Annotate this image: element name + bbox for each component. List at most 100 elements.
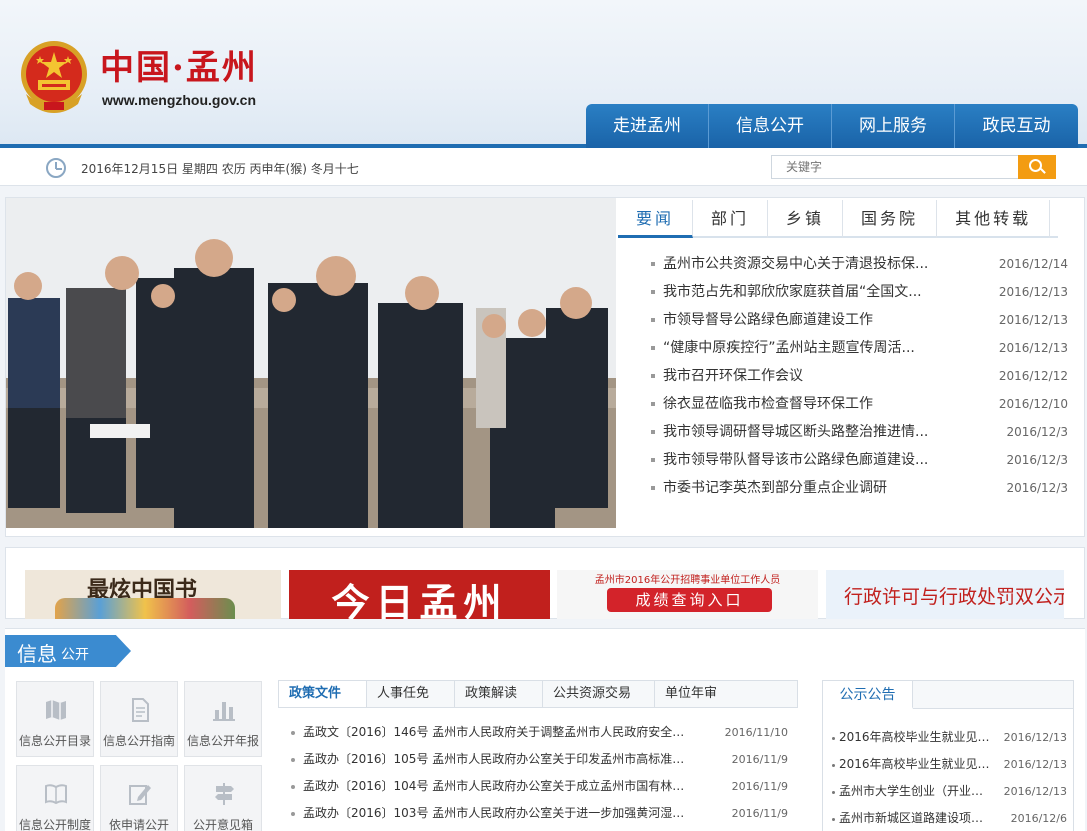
news-title[interactable]: “健康中原疾控行”孟州站主题宣传周活... — [646, 334, 915, 362]
banner-today-mengzhou-text: 今日孟州 — [331, 580, 508, 619]
tile-feedback-box[interactable]: 公开意见箱 — [184, 765, 262, 831]
cartoon-figures-icon — [55, 598, 235, 619]
notice-date: 2016/12/13 — [1003, 758, 1067, 771]
list-item[interactable]: 市委书记李英杰到部分重点企业调研 2016/12/3 — [646, 474, 1068, 502]
tile-label: 信息公开制度 — [18, 818, 91, 831]
search-icon-handle — [1040, 168, 1046, 174]
list-item[interactable]: 孟政办〔2016〕103号 孟州市人民政府办公室关于进一步加强黄河湿… 2016/… — [288, 800, 788, 827]
list-item[interactable]: 我市领导调研督导城区断头路整治推进情... 2016/12/3 — [646, 418, 1068, 446]
policy-title[interactable]: 孟政办〔2016〕105号 孟州市人民政府办公室关于印发孟州市高标准… — [288, 746, 684, 773]
main-nav: 走进孟州 信息公开 网上服务 政民互动 — [586, 104, 1078, 148]
news-title[interactable]: 徐衣显莅临我市检查督导环保工作 — [646, 390, 873, 418]
list-item[interactable]: 孟政文〔2016〕146号 孟州市人民政府关于调整孟州市人民政府安全… 2016/… — [288, 719, 788, 746]
tile-request-disclosure[interactable]: 依申请公开 — [100, 765, 178, 831]
list-item[interactable]: 孟政办〔2016〕104号 孟州市人民政府办公室关于成立孟州市国有林… 2016/… — [288, 773, 788, 800]
news-title[interactable]: 我市范占先和郭欣欣家庭获首届“全国文... — [646, 278, 922, 306]
banner-recruitment-title: 孟州市2016年公开招聘事业单位工作人员 — [594, 575, 781, 586]
policy-title[interactable]: 孟政办〔2016〕104号 孟州市人民政府办公室关于成立孟州市国有林… — [288, 773, 684, 800]
tab-policy-documents[interactable]: 政策文件 — [279, 681, 367, 707]
nav-item-info-disclosure[interactable]: 信息公开 — [709, 104, 832, 148]
tile-label: 信息公开指南 — [102, 734, 175, 748]
news-title[interactable]: 市领导督导公路绿色廊道建设工作 — [646, 306, 873, 334]
banner-today-mengzhou[interactable]: 今日孟州 — [289, 570, 550, 619]
tile-info-guide[interactable]: 信息公开指南 — [100, 681, 178, 757]
notice-title[interactable]: 孟州市大学生创业（开业… — [831, 778, 983, 805]
policy-title[interactable]: 孟政文〔2016〕146号 孟州市人民政府关于调整孟州市人民政府安全… — [288, 719, 684, 746]
news-date: 2016/12/3 — [1006, 425, 1068, 439]
list-item[interactable]: 我市领导带队督导该市公路绿色廊道建设... 2016/12/3 — [646, 446, 1068, 474]
policy-title[interactable]: 孟政办〔2016〕103号 孟州市人民政府办公室关于进一步加强黄河湿… — [288, 800, 684, 827]
list-item[interactable]: 孟州市公共资源交易中心关于清退投标保... 2016/12/14 — [646, 250, 1068, 278]
news-date: 2016/12/13 — [998, 313, 1068, 327]
bar-chart-icon — [213, 702, 235, 721]
tile-info-regulations[interactable]: 信息公开制度 — [16, 765, 94, 831]
notice-box: 公示公告 2016年高校毕业生就业见… 2016/12/13 2016年高校毕业生… — [822, 680, 1074, 831]
tab-policy-interpretation[interactable]: 政策解读 — [455, 681, 543, 707]
banner-recruitment-results[interactable]: 孟州市2016年公开招聘事业单位工作人员 成绩查询入口 — [557, 570, 818, 619]
book-icon — [45, 784, 67, 805]
banner-row: 最炫中国书 今日孟州 孟州市2016年公开招聘事业单位工作人员 成绩查询入口 行… — [5, 547, 1085, 619]
banner-chinese-books[interactable]: 最炫中国书 — [25, 570, 281, 619]
tile-label: 信息公开目录 — [18, 734, 91, 748]
news-title[interactable]: 市委书记李英杰到部分重点企业调研 — [646, 474, 887, 502]
tab-headlines[interactable]: 要闻 — [618, 200, 694, 238]
news-date: 2016/12/3 — [1006, 481, 1068, 495]
search-button[interactable] — [1018, 155, 1056, 179]
tab-townships[interactable]: 乡镇 — [768, 200, 844, 238]
edit-icon — [129, 785, 151, 805]
news-date: 2016/12/13 — [998, 285, 1068, 299]
ribbon-title-main: 信息 — [17, 642, 57, 666]
info-disclosure-ribbon: 信息 公开 — [5, 635, 131, 667]
site-title: 中国·孟州 — [100, 48, 258, 88]
news-tabs: 要闻 部门 乡镇 国务院 其他转载 — [618, 200, 1058, 238]
tab-annual-review[interactable]: 单位年审 — [655, 681, 727, 707]
policy-list: 孟政文〔2016〕146号 孟州市人民政府关于调整孟州市人民政府安全… 2016/… — [288, 719, 788, 827]
tab-state-council[interactable]: 国务院 — [843, 200, 938, 238]
news-title[interactable]: 我市领导调研督导城区断头路整治推进情... — [646, 418, 928, 446]
tab-other-reprints[interactable]: 其他转载 — [937, 200, 1051, 238]
nav-item-about[interactable]: 走进孟州 — [586, 104, 709, 148]
search-input[interactable] — [771, 155, 1019, 179]
list-item[interactable]: 2016年高校毕业生就业见… 2016/12/13 — [831, 724, 1067, 751]
score-query-button[interactable]: 成绩查询入口 — [607, 588, 772, 612]
news-date: 2016/12/12 — [998, 369, 1068, 383]
news-title[interactable]: 我市召开环保工作会议 — [646, 362, 803, 390]
tab-public-resource-trading[interactable]: 公共资源交易 — [543, 681, 655, 707]
list-item[interactable]: 我市范占先和郭欣欣家庭获首届“全国文... 2016/12/13 — [646, 278, 1068, 306]
news-date: 2016/12/13 — [998, 341, 1068, 355]
policy-date: 2016/11/9 — [731, 807, 788, 820]
list-item[interactable]: 2016年高校毕业生就业见… 2016/12/13 — [831, 751, 1067, 778]
tile-info-catalog[interactable]: 信息公开目录 — [16, 681, 94, 757]
nav-item-interaction[interactable]: 政民互动 — [955, 104, 1078, 148]
policy-date: 2016/11/9 — [731, 753, 788, 766]
list-item[interactable]: 徐衣显莅临我市检查督导环保工作 2016/12/10 — [646, 390, 1068, 418]
news-title[interactable]: 我市领导带队督导该市公路绿色廊道建设... — [646, 446, 928, 474]
list-item[interactable]: 孟州市大学生创业（开业… 2016/12/13 — [831, 778, 1067, 805]
notice-title[interactable]: 孟州市新城区道路建设项… — [831, 805, 983, 831]
notice-title[interactable]: 2016年高校毕业生就业见… — [831, 724, 990, 751]
headline-photo[interactable] — [6, 198, 616, 528]
info-disclosure-section: 信息 公开 信息公开目录 信息公开指南 信息公开年报 信息公开制度 依申请公开 … — [5, 628, 1085, 831]
list-item[interactable]: 我市召开环保工作会议 2016/12/12 — [646, 362, 1068, 390]
tile-info-annual-report[interactable]: 信息公开年报 — [184, 681, 262, 757]
tab-personnel-appointments[interactable]: 人事任免 — [367, 681, 455, 707]
map-icon — [46, 700, 66, 720]
national-emblem-icon — [21, 41, 87, 113]
banner-dual-disclosure[interactable]: 行政许可与行政处罚双公示 — [826, 570, 1064, 619]
signpost-icon — [215, 783, 234, 805]
date-bar: 2016年12月15日 星期四 农历 丙申年(猴) 冬月十七 — [0, 148, 1087, 186]
tab-public-notices[interactable]: 公示公告 — [823, 681, 913, 709]
list-item[interactable]: 孟州市新城区道路建设项… 2016/12/6 — [831, 805, 1067, 831]
headline-photo-people — [6, 198, 616, 528]
policy-tabs: 政策文件 人事任免 政策解读 公共资源交易 单位年审 — [278, 680, 798, 708]
list-item[interactable]: 孟政办〔2016〕105号 孟州市人民政府办公室关于印发孟州市高标准… 2016/… — [288, 746, 788, 773]
notice-title[interactable]: 2016年高校毕业生就业见… — [831, 751, 990, 778]
tab-departments[interactable]: 部门 — [693, 200, 769, 238]
current-date: 2016年12月15日 星期四 农历 丙申年(猴) 冬月十七 — [81, 162, 359, 176]
nav-item-online-services[interactable]: 网上服务 — [832, 104, 955, 148]
notice-list: 2016年高校毕业生就业见… 2016/12/13 2016年高校毕业生就业见… 2… — [831, 724, 1067, 831]
list-item[interactable]: “健康中原疾控行”孟州站主题宣传周活... 2016/12/13 — [646, 334, 1068, 362]
banner-dual-disclosure-text: 行政许可与行政处罚双公示 — [844, 586, 1064, 608]
news-title[interactable]: 孟州市公共资源交易中心关于清退投标保... — [646, 250, 928, 278]
list-item[interactable]: 市领导督导公路绿色廊道建设工作 2016/12/13 — [646, 306, 1068, 334]
